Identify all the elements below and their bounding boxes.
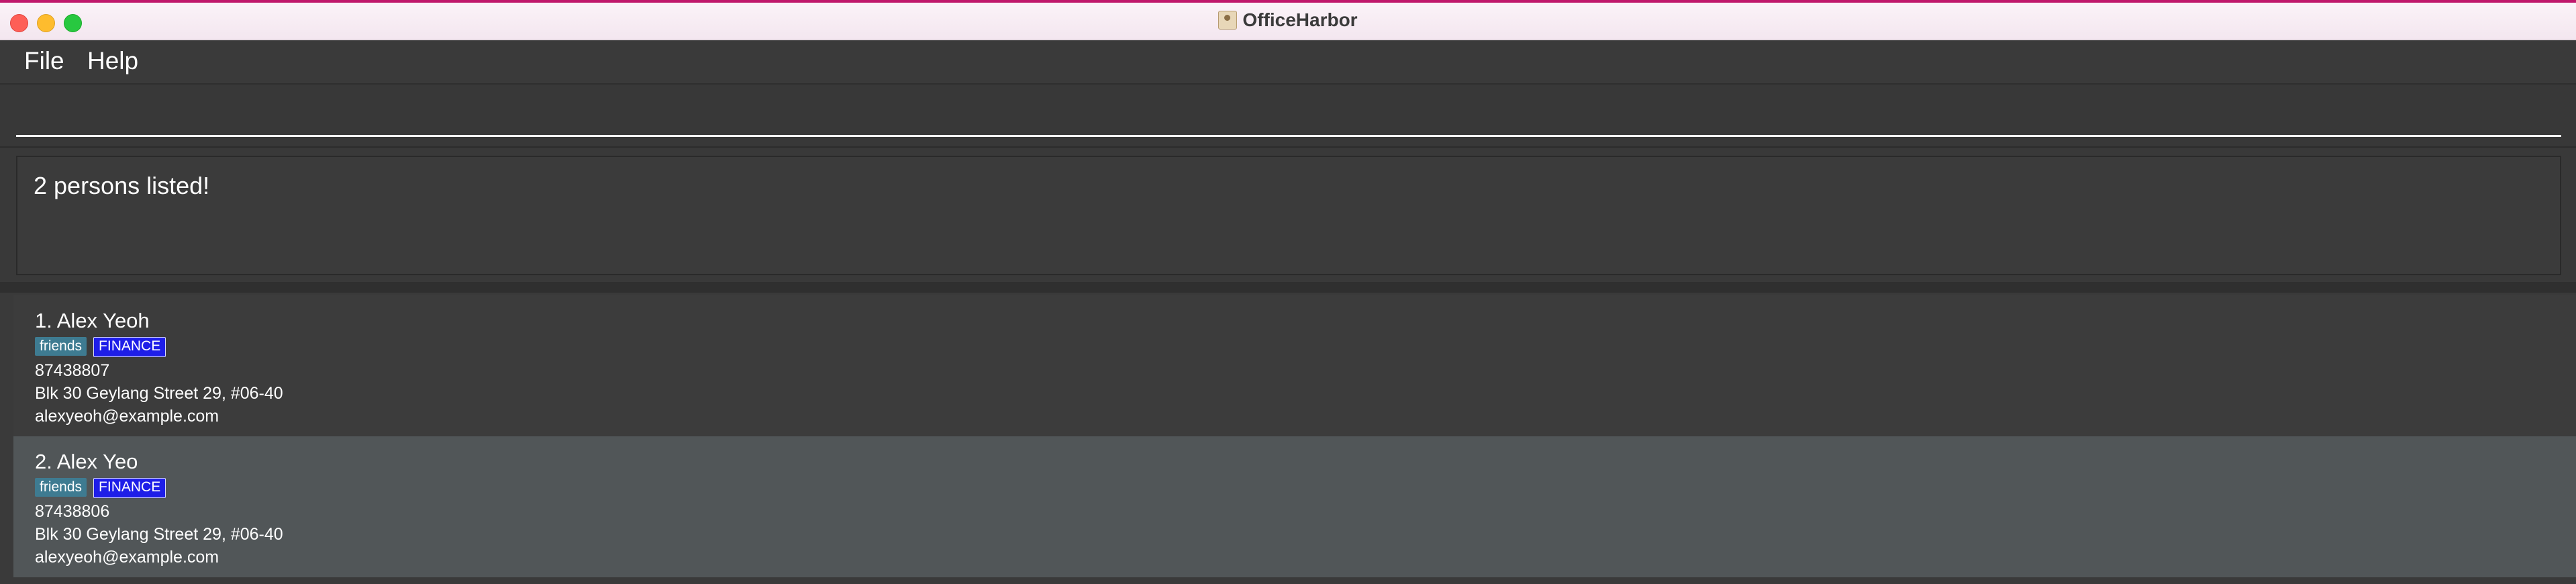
tag-finance: FINANCE (93, 478, 166, 498)
result-display[interactable]: 2 persons listed! (16, 156, 2561, 275)
menu-file[interactable]: File (24, 47, 64, 75)
person-address: Blk 30 Geylang Street 29, #06-40 (35, 525, 283, 544)
tag-finance: FINANCE (93, 337, 166, 357)
window-title: OfficeHarbor (1242, 9, 1358, 30)
menu-bar: File Help (0, 40, 2576, 83)
panel-divider[interactable] (0, 282, 2576, 293)
tag-list: friends FINANCE (35, 478, 166, 498)
person-phone: 87438806 (35, 502, 110, 521)
person-list[interactable]: 1. Alex Yeoh friends FINANCE 87438807 Bl… (13, 295, 2576, 584)
tag-list: friends FINANCE (35, 337, 166, 357)
tag-friends: friends (35, 337, 87, 356)
command-box (0, 83, 2576, 146)
person-card[interactable]: 2. Alex Yeo friends FINANCE 87438806 Blk… (13, 436, 2576, 577)
menu-help[interactable]: Help (87, 47, 138, 75)
person-name: 1. Alex Yeoh (35, 309, 150, 332)
command-input[interactable] (16, 97, 2561, 137)
person-name: 2. Alex Yeo (35, 450, 138, 473)
title-bar: OfficeHarbor (0, 0, 2576, 40)
result-display-panel: 2 persons listed! (0, 146, 2576, 282)
person-address: Blk 30 Geylang Street 29, #06-40 (35, 384, 283, 403)
app-window: OfficeHarbor File Help 2 persons listed!… (0, 0, 2576, 584)
tag-friends: friends (35, 478, 87, 497)
person-email: alexyeoh@example.com (35, 548, 219, 567)
result-message: 2 persons listed! (34, 172, 210, 199)
window-title-area: OfficeHarbor (0, 9, 2576, 31)
person-card[interactable]: 1. Alex Yeoh friends FINANCE 87438807 Bl… (13, 295, 2576, 436)
person-email: alexyeoh@example.com (35, 407, 219, 426)
person-phone: 87438807 (35, 361, 110, 380)
address-book-icon (1218, 11, 1238, 30)
